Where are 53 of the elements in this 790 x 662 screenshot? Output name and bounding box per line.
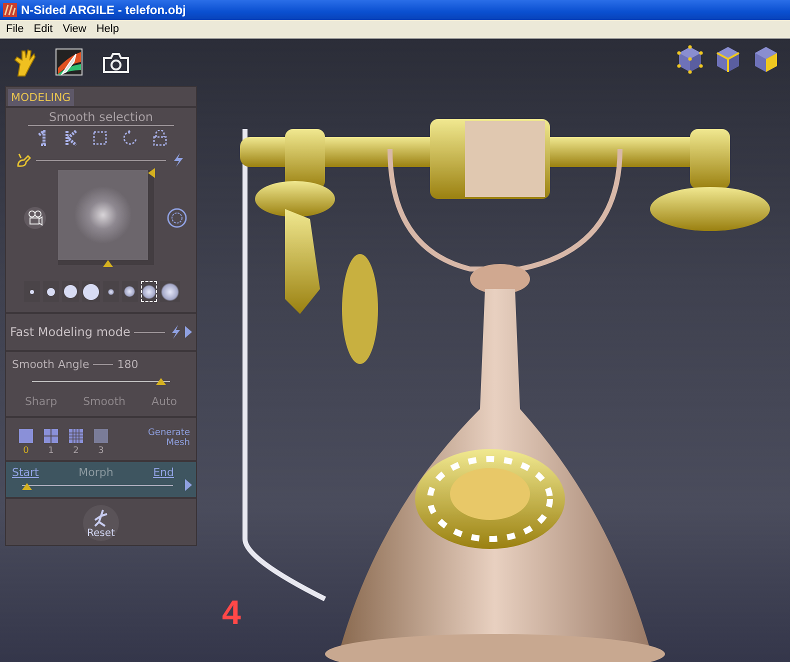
slider-thumb[interactable] [22,482,32,490]
brush-preset[interactable] [24,281,40,302]
menu-item[interactable]: File [2,23,28,35]
letter-k-icon[interactable] [64,130,78,146]
mesh-level[interactable]: 3 [93,428,109,456]
brush-icon[interactable] [16,152,32,168]
horizontal-thumb[interactable] [102,260,112,267]
mesh-level[interactable]: 2 [68,428,84,456]
target-icon[interactable] [166,206,188,228]
brush-preset[interactable] [82,281,100,302]
brush-preset[interactable] [122,281,138,302]
mesh-level[interactable]: 0 [18,428,34,456]
menu-item[interactable]: Help [92,23,123,35]
brush-preset[interactable] [43,281,60,302]
fast-modeling-label: Fast Modeling mode [10,325,130,339]
falloff-pad[interactable] [58,170,154,265]
mesh-level[interactable]: 1 [43,428,59,456]
edge-mode-icon[interactable] [714,45,742,74]
app-icon [3,3,17,17]
reset-button[interactable]: Reset [83,505,119,541]
brush-preset[interactable] [140,281,158,302]
brush-preset[interactable] [62,281,79,302]
angle-option[interactable]: Auto [151,395,177,408]
smooth-angle-value: 180 [117,358,138,371]
face-mode-icon[interactable] [752,45,780,74]
lightning-icon[interactable] [169,324,181,340]
menu-item[interactable]: View [58,23,90,35]
figure-number: 4 [222,594,241,633]
camera-icon[interactable] [102,52,130,74]
movie-camera-icon[interactable] [24,206,46,228]
slider-thumb[interactable] [156,378,166,385]
end-link[interactable]: End [153,466,174,479]
expand-arrow-icon[interactable] [185,479,192,491]
start-link[interactable]: Start [12,466,39,479]
lock-icon[interactable] [152,130,167,146]
vertical-thumb[interactable] [148,168,155,178]
expand-arrow-icon[interactable] [185,326,192,338]
panel-title: MODELING [8,89,74,106]
rectangle-select-icon[interactable] [92,130,108,146]
morph-label: Morph [78,466,114,479]
hand-icon[interactable] [12,48,36,78]
smooth-angle-label: Smooth Angle [12,358,90,371]
generate-mesh-button[interactable]: Generate Mesh [140,428,190,448]
brush-preset[interactable] [160,281,180,302]
rotate-icon[interactable] [122,130,138,146]
angle-option[interactable]: Smooth [83,395,126,408]
vertex-mode-icon[interactable] [676,45,704,74]
menu-item[interactable]: Edit [30,23,57,35]
section-title: Smooth selection [48,109,154,124]
window-title: N-Sided ARGILE - telefon.obj [21,3,186,17]
paint-brush-icon[interactable] [54,48,84,78]
brush-preset[interactable] [102,281,119,302]
angle-option[interactable]: Sharp [24,395,58,408]
